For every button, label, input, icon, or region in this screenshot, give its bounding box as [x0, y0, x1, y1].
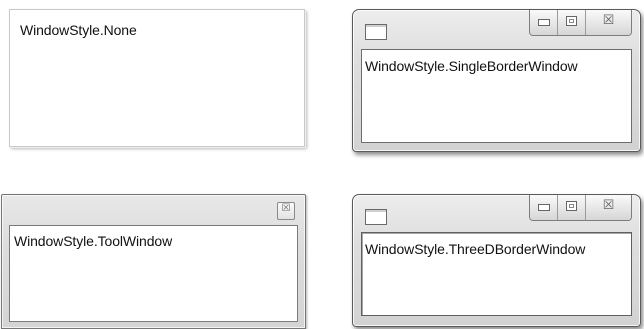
- client-area: WindowStyle.ToolWindow: [9, 225, 298, 322]
- window-style-single-border: ☒ WindowStyle.SingleBorderWindow: [352, 9, 641, 152]
- window-style-none: WindowStyle.None: [9, 9, 305, 147]
- minimize-icon: [538, 19, 550, 26]
- window-label: WindowStyle.ToolWindow: [14, 233, 173, 249]
- client-area: WindowStyle.SingleBorderWindow: [361, 49, 632, 143]
- minimize-button[interactable]: [530, 10, 558, 35]
- caption-buttons: ☒: [529, 10, 632, 36]
- caption-buttons: ☒: [529, 195, 632, 221]
- close-button[interactable]: ☒: [277, 202, 295, 220]
- window-style-tool: ☒ WindowStyle.ToolWindow: [1, 194, 306, 329]
- minimize-button[interactable]: [530, 195, 558, 220]
- window-label: WindowStyle.None: [20, 22, 137, 38]
- maximize-button[interactable]: [558, 10, 586, 35]
- window-system-icon[interactable]: [365, 209, 387, 225]
- close-button[interactable]: ☒: [586, 195, 631, 220]
- close-button[interactable]: ☒: [586, 10, 631, 35]
- minimize-icon: [538, 204, 550, 211]
- close-icon: ☒: [602, 198, 615, 213]
- close-icon: ☒: [602, 13, 615, 28]
- maximize-icon: [566, 16, 577, 26]
- window-label: WindowStyle.SingleBorderWindow: [365, 58, 578, 74]
- maximize-button[interactable]: [558, 195, 586, 220]
- maximize-icon: [566, 201, 577, 211]
- window-style-three-d-border: ☒ WindowStyle.ThreeDBorderWindow: [352, 194, 641, 327]
- client-area: WindowStyle.ThreeDBorderWindow: [361, 232, 632, 316]
- window-label: WindowStyle.ThreeDBorderWindow: [365, 241, 586, 257]
- window-system-icon[interactable]: [365, 24, 387, 40]
- close-icon: ☒: [281, 203, 291, 214]
